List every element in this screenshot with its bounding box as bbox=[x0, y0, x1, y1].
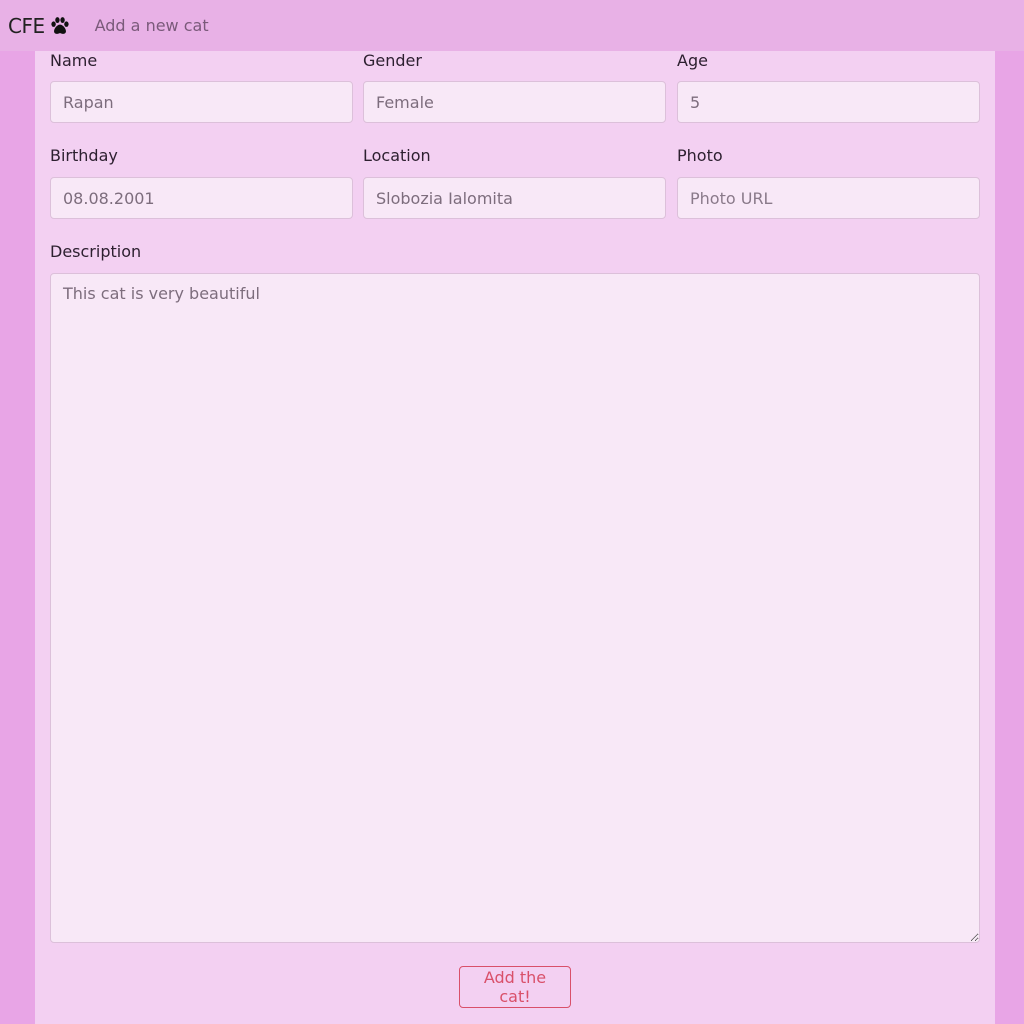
brand-text: CFE bbox=[8, 13, 45, 38]
birthday-input[interactable] bbox=[50, 177, 353, 219]
add-cat-button[interactable]: Add the cat! bbox=[459, 966, 571, 1008]
birthday-label: Birthday bbox=[50, 146, 118, 165]
photo-url-input[interactable] bbox=[677, 177, 980, 219]
paw-icon bbox=[50, 16, 69, 34]
location-label: Location bbox=[363, 146, 431, 165]
location-input[interactable] bbox=[363, 177, 666, 219]
age-input[interactable] bbox=[677, 81, 980, 123]
photo-label: Photo bbox=[677, 146, 723, 165]
description-label: Description bbox=[50, 242, 142, 261]
navbar: CFE Add a new cat bbox=[0, 0, 1024, 51]
name-label: Name bbox=[50, 51, 98, 70]
brand-link[interactable]: CFE bbox=[8, 14, 71, 38]
description-textarea[interactable]: This cat is very beautiful bbox=[50, 273, 980, 943]
add-cat-form: Name Gender Age Birthday Location Photo … bbox=[35, 51, 995, 1024]
age-label: Age bbox=[677, 51, 708, 70]
gender-label: Gender bbox=[363, 51, 422, 70]
nav-link-add-cat[interactable]: Add a new cat bbox=[95, 16, 209, 35]
name-input[interactable] bbox=[50, 81, 353, 123]
gender-input[interactable] bbox=[363, 81, 666, 123]
